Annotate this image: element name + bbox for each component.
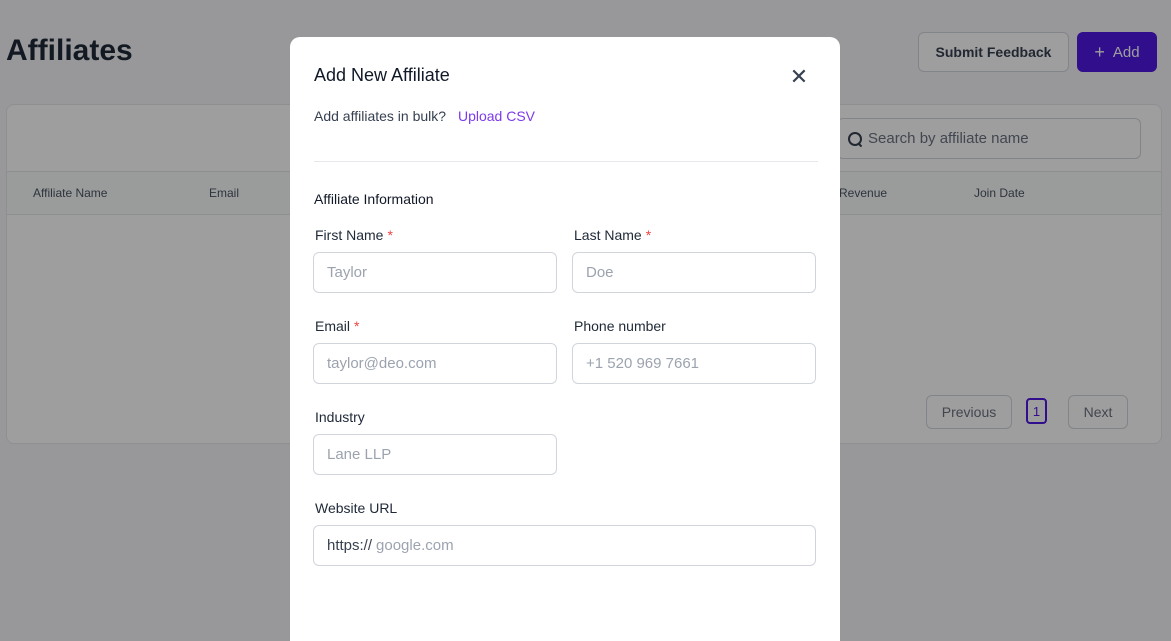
required-marker: * (387, 227, 393, 243)
divider (314, 161, 818, 162)
email-label: Email * (315, 318, 359, 334)
required-marker: * (645, 227, 652, 243)
industry-label: Industry (315, 409, 365, 425)
modal-title: Add New Affiliate (314, 65, 450, 85)
first-name-field[interactable]: Taylor (313, 252, 557, 293)
phone-field[interactable]: +1 520 969 7661 (572, 343, 816, 384)
add-affiliate-modal: Add New Affiliate ✕ Add affiliates in bu… (290, 37, 840, 641)
last-name-label: Last Name * (574, 227, 651, 243)
website-url-field[interactable]: https:// google.com (313, 525, 816, 566)
last-name-field[interactable]: Doe (572, 252, 816, 293)
close-icon[interactable]: ✕ (787, 64, 811, 89)
url-prefix: https:// (327, 537, 373, 554)
section-title: Affiliate Information (314, 191, 434, 207)
website-label: Website URL (315, 500, 398, 516)
first-name-label-text: First Name (315, 227, 384, 243)
phone-label: Phone number (574, 318, 666, 334)
email-placeholder: taylor@deo.com (327, 355, 437, 372)
industry-placeholder: Lane LLP (327, 446, 392, 463)
upload-csv-link[interactable]: Upload CSV (458, 108, 535, 124)
bulk-upload-row: Add affiliates in bulk? Upload CSV (314, 108, 535, 124)
last-name-label-text: Last Name (574, 227, 642, 243)
website-placeholder: google.com (376, 537, 454, 554)
phone-placeholder: +1 520 969 7661 (586, 355, 700, 372)
industry-field[interactable]: Lane LLP (313, 434, 557, 475)
email-field[interactable]: taylor@deo.com (313, 343, 557, 384)
last-name-placeholder: Doe (586, 264, 614, 281)
email-label-text: Email (315, 318, 351, 334)
first-name-placeholder: Taylor (327, 264, 368, 281)
bulk-prompt: Add affiliates in bulk? (314, 108, 447, 124)
required-marker: * (354, 318, 360, 334)
first-name-label: First Name * (315, 227, 393, 243)
